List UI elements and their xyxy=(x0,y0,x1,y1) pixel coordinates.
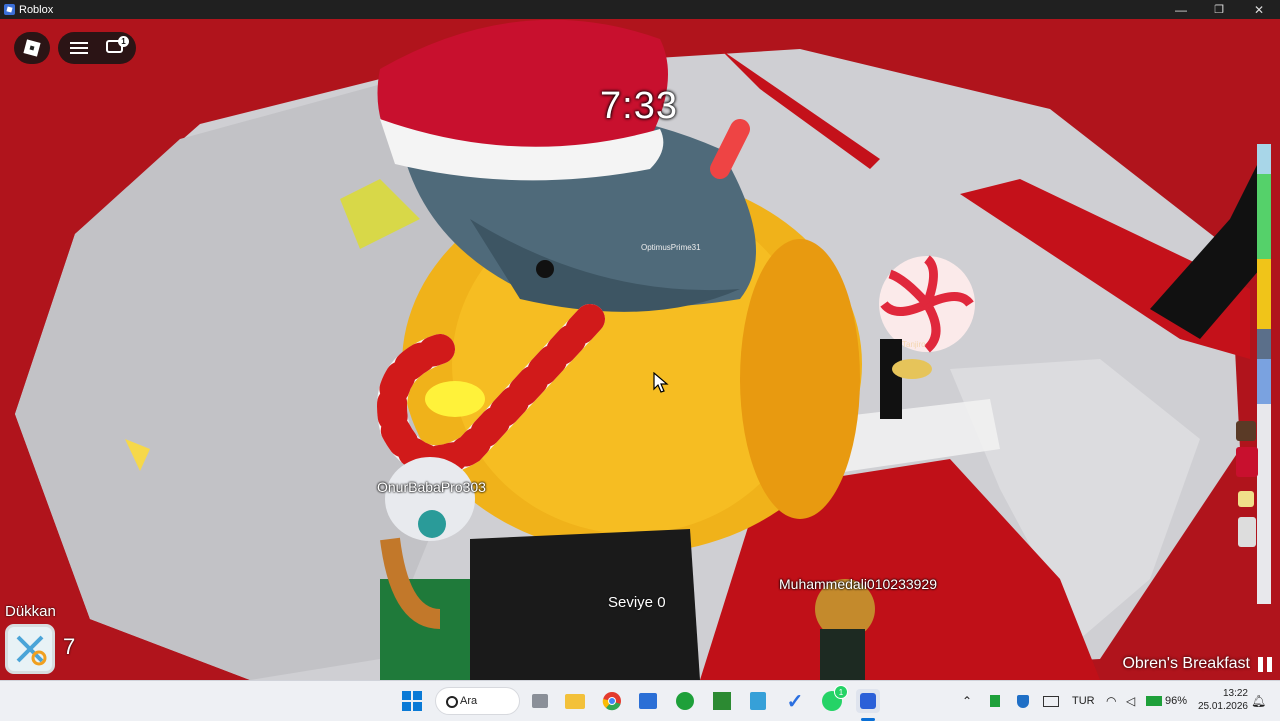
hamburger-menu-icon[interactable] xyxy=(70,42,88,54)
start-icon[interactable] xyxy=(400,689,424,713)
battery-percent: 96% xyxy=(1165,695,1188,707)
player-nametag: Muhammedali010233929 xyxy=(779,576,937,592)
roblox-menu-button[interactable] xyxy=(14,32,50,64)
task-view-icon[interactable] xyxy=(528,689,552,713)
defender-icon[interactable] xyxy=(1017,681,1029,721)
window-titlebar: Roblox — ❐ ✕ xyxy=(0,0,1280,19)
player-marker-avatar xyxy=(1238,517,1256,547)
roblox-app-icon xyxy=(4,4,15,15)
battery-status[interactable]: 96% xyxy=(1146,681,1187,721)
shop-item-count: 7 xyxy=(63,634,76,659)
level-indicator: Seviye 0 xyxy=(608,594,666,611)
volume-icon[interactable]: ◁ xyxy=(1126,681,1135,721)
taskbar-search-box[interactable]: Ara xyxy=(435,687,520,715)
now-playing: Obren's Breakfast xyxy=(1122,655,1272,673)
roblox-taskbar-icon[interactable] xyxy=(856,689,880,713)
file-explorer-icon[interactable] xyxy=(563,689,587,713)
progress-segment xyxy=(1257,329,1271,359)
game-viewport[interactable]: 1 7:33 OptimusPrime31 Tanjiro OnurBabaPr… xyxy=(0,19,1280,680)
progress-segment xyxy=(1257,359,1271,404)
progress-segment xyxy=(1257,174,1271,259)
window-title: Roblox xyxy=(19,3,54,16)
shop-label: Dükkan xyxy=(5,603,56,620)
battery-icon xyxy=(1146,696,1162,706)
notepad-icon[interactable] xyxy=(746,689,770,713)
pause-icon[interactable] xyxy=(1258,656,1272,672)
store-icon[interactable] xyxy=(636,689,660,713)
search-label: Ara xyxy=(460,695,478,707)
minecraft-icon[interactable] xyxy=(710,689,734,713)
player-marker-avatar xyxy=(1238,491,1254,507)
keyboard-icon[interactable] xyxy=(1043,681,1059,721)
player-nametag: OnurBabaPro303 xyxy=(377,479,486,495)
wifi-icon[interactable]: ◠ xyxy=(1106,681,1116,721)
player-marker-avatar xyxy=(1236,447,1258,477)
tray-app-icon[interactable] xyxy=(990,681,1000,721)
chrome-icon[interactable] xyxy=(600,689,624,713)
search-icon xyxy=(446,696,458,708)
show-hidden-icons[interactable]: ⌃ xyxy=(962,681,972,721)
shop-button[interactable] xyxy=(5,624,55,674)
clock-time: 13:22 xyxy=(1222,688,1248,699)
menu-chat-group: 1 xyxy=(58,32,136,64)
whatsapp-badge: 1 xyxy=(834,685,848,699)
todo-icon[interactable]: ✓ xyxy=(783,689,807,713)
close-button[interactable]: ✕ xyxy=(1240,0,1278,19)
notification-bell-icon[interactable]: 🔔︎ xyxy=(1251,681,1266,721)
race-progress-bar xyxy=(1257,144,1271,604)
progress-segment xyxy=(1257,144,1271,174)
mouse-cursor-icon xyxy=(653,372,669,393)
maximize-button[interactable]: ❐ xyxy=(1200,0,1238,19)
xbox-icon[interactable] xyxy=(673,689,697,713)
shop-icon xyxy=(16,635,47,666)
round-timer: 7:33 xyxy=(600,85,678,127)
player-nametag: Tanjiro xyxy=(902,340,926,349)
whatsapp-icon[interactable]: 1 xyxy=(820,685,848,713)
progress-segment xyxy=(1257,259,1271,329)
player-nametag: OptimusPrime31 xyxy=(641,243,701,252)
now-playing-title: Obren's Breakfast xyxy=(1122,655,1250,672)
roblox-logo-icon xyxy=(23,39,41,57)
language-indicator[interactable]: TUR xyxy=(1072,681,1095,721)
player-marker-avatar xyxy=(1236,421,1256,441)
chat-notification-badge: 1 xyxy=(118,36,129,47)
minimize-button[interactable]: — xyxy=(1162,0,1200,19)
taskbar: Ara ✓ 1 ⌃ TUR ◠ ◁ 96% 13:22 25.01.2026 🔔… xyxy=(0,680,1280,721)
taskbar-clock[interactable]: 13:22 25.01.2026 xyxy=(1198,687,1248,713)
progress-segment xyxy=(1257,404,1271,604)
clock-date: 25.01.2026 xyxy=(1197,701,1248,712)
